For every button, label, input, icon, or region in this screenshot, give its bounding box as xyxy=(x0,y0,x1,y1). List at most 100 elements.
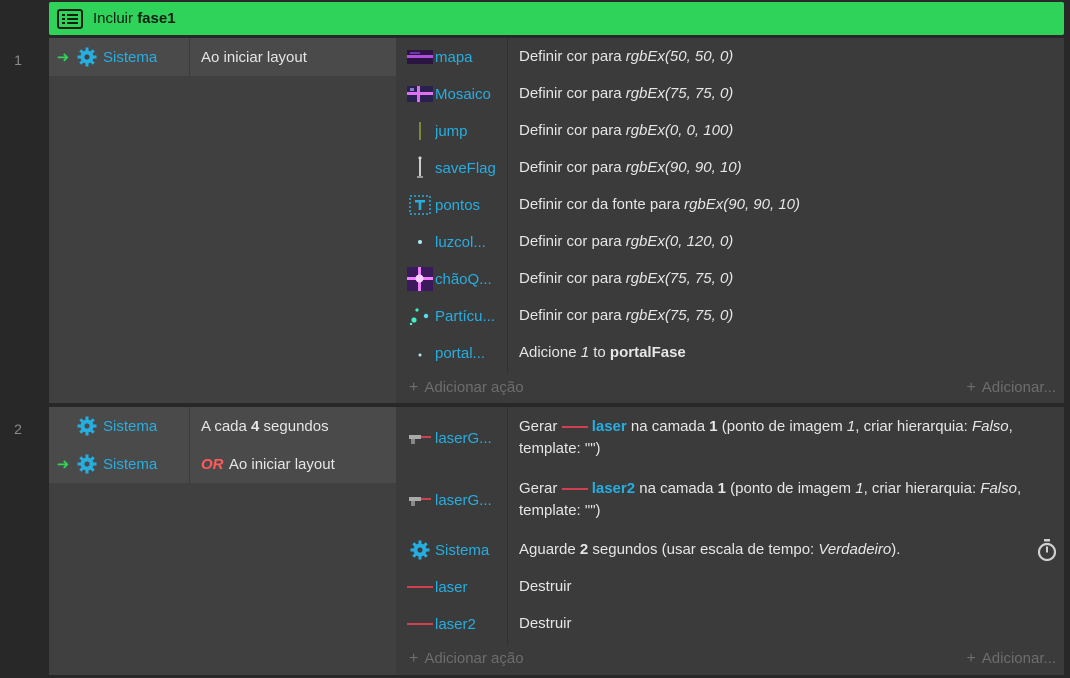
action-object[interactable]: saveFlag xyxy=(435,160,507,177)
event-number: 1 xyxy=(14,52,22,68)
action-text[interactable]: Definir cor para rgbEx(75, 75, 0) xyxy=(519,268,1050,290)
laser-beam-icon xyxy=(405,610,435,638)
laser-beam-icon xyxy=(561,426,588,429)
action-text[interactable]: Adicione 1 to portalFase xyxy=(519,342,1050,364)
action-text[interactable]: Definir cor para rgbEx(75, 75, 0) xyxy=(519,83,1050,105)
condition-object[interactable]: Sistema xyxy=(77,416,189,436)
plus-icon: + xyxy=(966,379,976,396)
action-object[interactable]: Partícu... xyxy=(435,308,507,325)
action-text[interactable]: Aguarde 2 segundos (usar escala de tempo… xyxy=(519,539,1050,561)
particles-icon xyxy=(405,302,435,330)
row-gutter: 1 2 xyxy=(0,0,44,678)
event-number: 2 xyxy=(14,421,22,437)
gear-icon xyxy=(405,536,435,564)
text-object-icon xyxy=(405,191,435,219)
list-icon xyxy=(57,8,83,29)
gear-icon xyxy=(77,47,97,67)
action-text[interactable]: Destruir xyxy=(519,613,1050,635)
action-object[interactable]: jump xyxy=(435,123,507,140)
action-object[interactable]: luzcol... xyxy=(435,234,507,251)
action-row[interactable]: Mosaico Definir cor para rgbEx(75, 75, 0… xyxy=(399,79,1064,109)
action-row[interactable]: laserG... Gerar laser na camada 1 (ponto… xyxy=(399,413,1064,463)
actions-column: laserG... Gerar laser na camada 1 (ponto… xyxy=(399,407,1064,675)
or-keyword: OR xyxy=(201,455,224,473)
action-row[interactable]: mapa Definir cor para rgbEx(50, 50, 0) xyxy=(399,42,1064,72)
plus-icon: + xyxy=(966,650,976,667)
action-row[interactable]: Partícu... Definir cor para rgbEx(75, 75… xyxy=(399,301,1064,331)
add-action-button[interactable]: + Adicionar ação xyxy=(409,379,524,397)
action-text[interactable]: Definir cor para rgbEx(90, 90, 10) xyxy=(519,157,1050,179)
add-action-button[interactable]: + Adicionar ação xyxy=(409,650,524,668)
action-text[interactable]: Gerar laser2 na camada 1 (ponto de image… xyxy=(519,478,1050,522)
portal-sprite-icon xyxy=(405,339,435,367)
include-row[interactable]: Incluir fase1 xyxy=(49,2,1064,35)
action-object[interactable]: laserG... xyxy=(435,430,507,447)
action-row[interactable]: laserG... Gerar laser2 na camada 1 (pont… xyxy=(399,475,1064,525)
action-row[interactable]: laser2 Destruir xyxy=(399,609,1064,639)
action-object[interactable]: laserG... xyxy=(435,492,507,509)
condition-text[interactable]: Ao iniciar layout xyxy=(190,49,307,66)
laser-beam-icon xyxy=(405,573,435,601)
action-text[interactable]: Definir cor da fonte para rgbEx(90, 90, … xyxy=(519,194,1050,216)
plus-icon: + xyxy=(409,379,419,396)
action-object[interactable]: pontos xyxy=(435,197,507,214)
include-label: Incluir xyxy=(93,10,134,27)
action-text[interactable]: Definir cor para rgbEx(0, 120, 0) xyxy=(519,231,1050,253)
action-object[interactable]: Sistema xyxy=(435,542,507,559)
plus-icon: + xyxy=(409,650,419,667)
action-object[interactable]: mapa xyxy=(435,49,507,66)
condition-object[interactable]: Sistema xyxy=(77,454,189,474)
tilemap-icon xyxy=(405,43,435,71)
action-text[interactable]: Destruir xyxy=(519,576,1050,598)
action-row[interactable]: luzcol... Definir cor para rgbEx(0, 120,… xyxy=(399,227,1064,257)
action-text[interactable]: Definir cor para rgbEx(0, 0, 100) xyxy=(519,120,1050,142)
action-object[interactable]: laser2 xyxy=(435,616,507,633)
gear-icon xyxy=(77,454,97,474)
sprite-line-icon xyxy=(405,117,435,145)
action-row[interactable]: laser Destruir xyxy=(399,572,1064,602)
laser-gun-icon xyxy=(405,486,435,514)
tiled-bg-icon xyxy=(405,80,435,108)
trigger-arrow-icon: ➜ xyxy=(56,456,70,473)
action-object[interactable]: Mosaico xyxy=(435,86,507,103)
event-block[interactable]: ➜ Sistema Ao iniciar layout mapa Definir… xyxy=(49,38,1064,403)
condition-text[interactable]: OR Ao iniciar layout xyxy=(190,456,335,473)
gear-icon xyxy=(77,416,97,436)
condition-row[interactable]: ➜ Sistema OR Ao iniciar layout xyxy=(49,445,396,483)
event-block[interactable]: Sistema A cada 4 segundos ➜ Sistema OR A… xyxy=(49,407,1064,675)
condition-object-name: Sistema xyxy=(103,417,158,435)
condition-object-name: Sistema xyxy=(103,455,158,473)
add-action-row: + Adicionar ação + Adicionar... xyxy=(399,375,1064,401)
action-row[interactable]: chãoQ... Definir cor para rgbEx(75, 75, … xyxy=(399,264,1064,294)
conditions-column: Sistema A cada 4 segundos ➜ Sistema OR A… xyxy=(49,407,396,675)
action-row[interactable]: saveFlag Definir cor para rgbEx(90, 90, … xyxy=(399,153,1064,183)
flag-sprite-icon xyxy=(405,154,435,182)
condition-row[interactable]: ➜ Sistema Ao iniciar layout xyxy=(49,38,396,76)
action-row[interactable]: portal... Adicione 1 to portalFase xyxy=(399,338,1064,368)
actions-column: mapa Definir cor para rgbEx(50, 50, 0) M… xyxy=(399,38,1064,403)
laser-gun-icon xyxy=(405,424,435,452)
add-more-button[interactable]: + Adicionar... xyxy=(966,379,1056,397)
laser-beam-icon xyxy=(561,488,588,491)
condition-text[interactable]: A cada 4 segundos xyxy=(190,418,329,435)
add-action-row: + Adicionar ação + Adicionar... xyxy=(399,646,1064,672)
action-text[interactable]: Gerar laser na camada 1 (ponto de imagem… xyxy=(519,416,1050,460)
action-text[interactable]: Definir cor para rgbEx(75, 75, 0) xyxy=(519,305,1050,327)
action-object[interactable]: chãoQ... xyxy=(435,271,507,288)
trigger-arrow-icon: ➜ xyxy=(56,49,70,66)
condition-object-name: Sistema xyxy=(103,48,158,66)
dot-sprite-icon xyxy=(405,228,435,256)
add-more-button[interactable]: + Adicionar... xyxy=(966,650,1056,668)
action-row[interactable]: Sistema Aguarde 2 segundos (usar escala … xyxy=(399,535,1064,565)
action-row[interactable]: pontos Definir cor da fonte para rgbEx(9… xyxy=(399,190,1064,220)
conditions-column: ➜ Sistema Ao iniciar layout xyxy=(49,38,396,403)
action-row[interactable]: jump Definir cor para rgbEx(0, 0, 100) xyxy=(399,116,1064,146)
stopwatch-icon xyxy=(1037,539,1057,562)
include-name[interactable]: fase1 xyxy=(137,10,175,27)
action-object[interactable]: laser xyxy=(435,579,507,596)
floor-sprite-icon xyxy=(405,265,435,293)
condition-object[interactable]: Sistema xyxy=(77,47,189,67)
condition-row[interactable]: Sistema A cada 4 segundos xyxy=(49,407,396,445)
action-object[interactable]: portal... xyxy=(435,345,507,362)
action-text[interactable]: Definir cor para rgbEx(50, 50, 0) xyxy=(519,46,1050,68)
